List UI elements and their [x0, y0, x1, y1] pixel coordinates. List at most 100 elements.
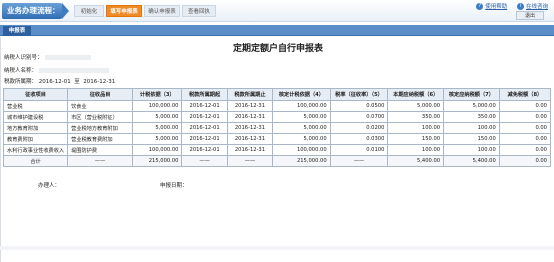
taxpayer-id-label: 纳税人识别号： — [4, 55, 43, 61]
flow-title-text: 业务办理流程： — [7, 6, 60, 15]
declaration-date-label: 申报日期： — [160, 183, 188, 189]
cell: 营业税 — [2, 100, 69, 112]
cell: 2016-12-01 — [181, 144, 228, 156]
help-link[interactable]: ? 使用帮助 — [476, 2, 507, 10]
tax-period-row: 税款所属期： 2016-12-01 至 2016-12-31 — [4, 77, 115, 85]
cell: 教育费附加 — [2, 133, 69, 145]
table-row: 营业税 饮食业 100,000.00 2016-12-01 2016-12-31… — [2, 100, 552, 112]
cell: 5,000.00 — [132, 111, 183, 123]
cell: 2016-12-01 — [181, 100, 228, 112]
cell: 150.00 — [443, 133, 500, 145]
cell: 2016-12-01 — [181, 122, 228, 134]
tab-strip: 申报表 — [0, 25, 554, 36]
cell: 2016-12-31 — [226, 144, 274, 156]
cell: 150.00 — [387, 133, 445, 145]
step-init[interactable]: 初始化 — [74, 5, 104, 17]
cell: 5,400.00 — [387, 155, 445, 167]
cell: 2016-12-01 — [181, 111, 228, 123]
step-label: 确认申报表 — [148, 9, 176, 15]
period-separator: 至 — [74, 79, 80, 85]
cell: 0.00 — [498, 111, 552, 123]
cell: 2016-12-01 — [181, 133, 228, 145]
bottom-scroll-area — [0, 246, 554, 250]
cell: 2016-12-31 — [226, 100, 274, 112]
cell: 350.00 — [387, 111, 445, 123]
table-row: 水利行政事业性收费收入 堤围防护费 100,000.00 2016-12-01 … — [2, 144, 552, 156]
cell: 0.0500 — [329, 100, 389, 112]
cell: 水利行政事业性收费收入 — [2, 144, 69, 156]
consult-link-label: 在线咨询 — [525, 4, 548, 10]
cell: 2016-12-31 — [226, 133, 274, 145]
cell: 5,000.00 — [272, 133, 331, 145]
cell: 0.0100 — [329, 144, 389, 156]
cell: 合计 — [2, 155, 69, 167]
process-bar: 业务办理流程： 初始化 填写申报表 确认申报表 查看回执 ? 使用帮助 i 在线咨询… — [0, 0, 554, 22]
cell: 100,000.00 — [272, 144, 331, 156]
col-header: 本期应纳税额（6） — [387, 88, 445, 101]
cell: —— — [329, 155, 389, 167]
cell: 城市维护建设税 — [2, 111, 69, 123]
cell: 100,000.00 — [132, 100, 183, 112]
step-fill-form[interactable]: 填写申报表 — [106, 5, 142, 17]
cell: 堤围防护费 — [67, 144, 134, 156]
cell: 营业税教育费附加 — [67, 133, 134, 145]
top-links: ? 使用帮助 i 在线咨询 — [468, 2, 548, 10]
help-link-label: 使用帮助 — [485, 4, 508, 10]
cell: 0.00 — [498, 155, 552, 167]
cell: 5,000.00 — [132, 133, 183, 145]
step-label: 初始化 — [80, 9, 98, 15]
cell: 0.0700 — [329, 111, 389, 123]
col-header: 核定计税依据（4） — [272, 88, 331, 101]
cell: —— — [181, 155, 228, 167]
taxpayer-id-value — [44, 55, 91, 60]
col-header: 税款所属期起 — [181, 88, 228, 101]
cell: —— — [226, 155, 274, 167]
cell: 5,000.00 — [443, 100, 500, 112]
cell: 0.00 — [498, 133, 552, 145]
help-icon: ? — [476, 3, 484, 10]
period-end: 2016-12-31 — [83, 79, 116, 85]
taxpayer-name-row: 纳税人名称： — [4, 66, 110, 74]
period-start: 2016-12-01 — [38, 79, 71, 85]
declaration-table: 征收项目 征收品目 计税依据（3） 税款所属期起 税款所属期止 核定计税依据（4… — [2, 88, 552, 167]
cell: 市区（营业税附征） — [67, 111, 134, 123]
step-label: 查看回执 — [187, 9, 210, 15]
cell: 2016-12-31 — [226, 111, 274, 123]
cell: 100.00 — [387, 144, 445, 156]
cell: 100,000.00 — [272, 100, 331, 112]
cell: 5,000.00 — [387, 100, 445, 112]
handler-row: 办理人： — [38, 181, 60, 189]
consult-link[interactable]: i 在线咨询 — [516, 2, 548, 10]
taxpayer-name-value — [39, 68, 110, 73]
cell: 100,000.00 — [132, 144, 183, 156]
cell: 5,400.00 — [443, 155, 500, 167]
cell: 215,000.00 — [132, 155, 183, 167]
col-header: 征收项目 — [2, 88, 69, 101]
cell: 5,000.00 — [272, 122, 331, 134]
cell: 饮食业 — [67, 100, 134, 112]
exit-button[interactable]: 退出 — [516, 11, 544, 20]
tab-declaration-form[interactable]: 申报表 — [3, 26, 31, 36]
table-row: 地方教育附加 营业税地方教育附加 5,000.00 2016-12-01 201… — [2, 122, 552, 134]
col-header: 征收品目 — [67, 88, 134, 101]
cell: 100.00 — [443, 144, 500, 156]
cell: 0.0300 — [329, 133, 389, 145]
col-header: 税率（征收率）（5） — [329, 88, 389, 101]
cell: 0.00 — [498, 100, 552, 112]
handler-label: 办理人： — [38, 183, 61, 189]
cell: 0.00 — [498, 122, 552, 134]
cell: 100.00 — [443, 122, 500, 134]
table-row: 城市维护建设税 市区（营业税附征） 5,000.00 2016-12-01 20… — [2, 111, 552, 123]
exit-label: 退出 — [524, 13, 535, 19]
taxpayer-id-row: 纳税人识别号： — [4, 53, 91, 61]
cell: —— — [67, 155, 134, 167]
col-header: 计税依据（3） — [132, 88, 183, 101]
cell: 地方教育附加 — [2, 122, 69, 134]
chat-icon: i — [516, 3, 524, 10]
step-view-receipt[interactable]: 查看回执 — [182, 5, 216, 17]
cell: 5,000.00 — [132, 122, 183, 134]
step-confirm-form[interactable]: 确认申报表 — [144, 5, 180, 17]
cell: 0.0200 — [329, 122, 389, 134]
taxpayer-name-label: 纳税人名称： — [4, 68, 38, 74]
cell: 营业税地方教育附加 — [67, 122, 134, 134]
